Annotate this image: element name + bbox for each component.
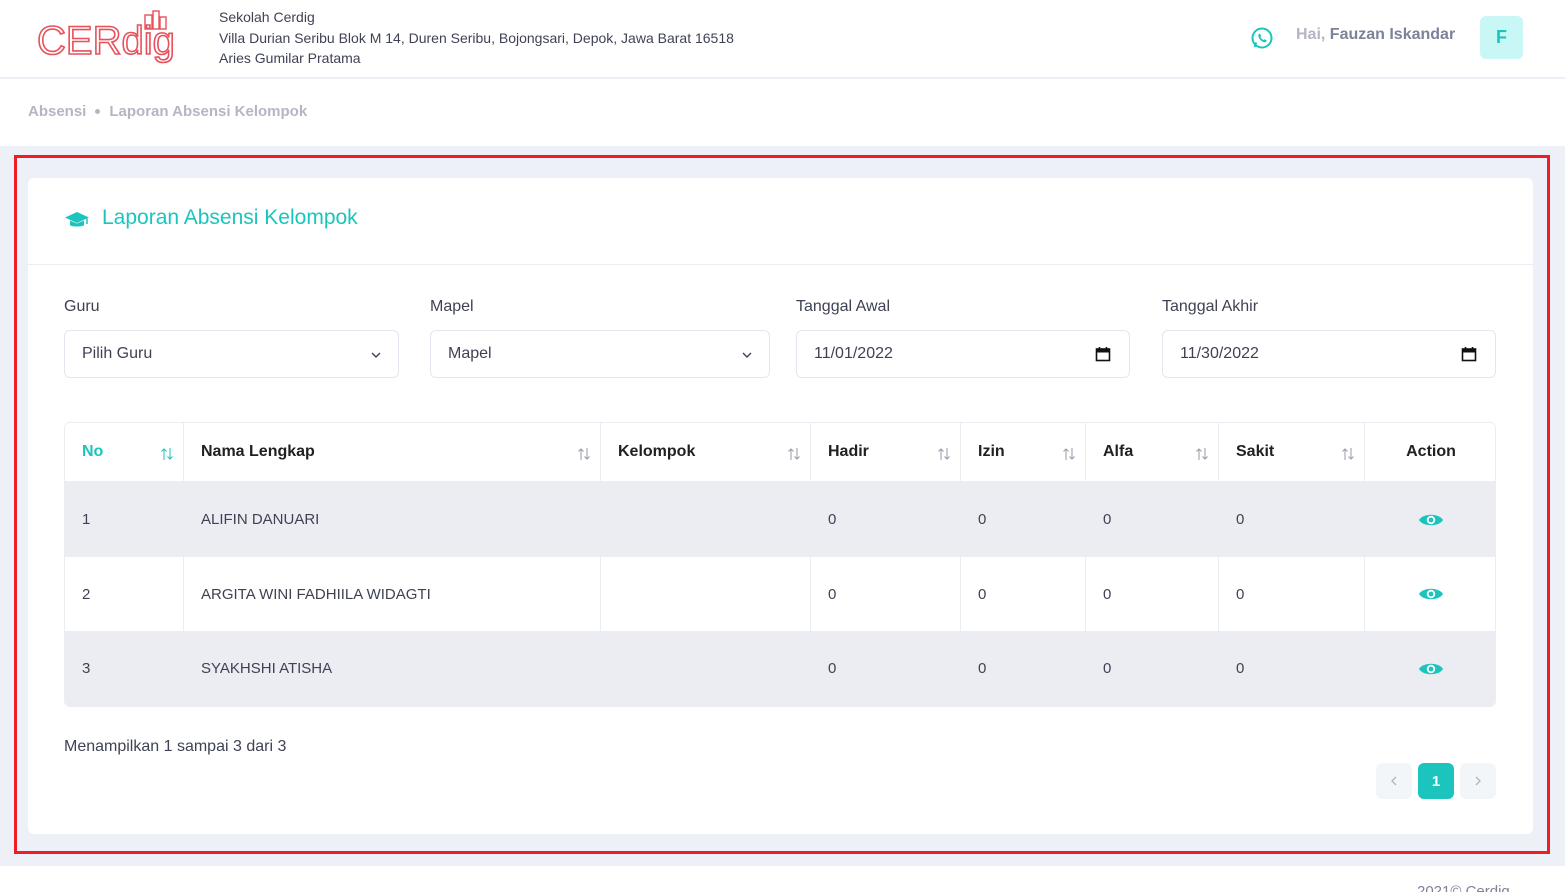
footer-copyright: 2021© Cerdig xyxy=(1417,883,1510,892)
subheader: Absensi Laporan Absensi Kelompok xyxy=(0,79,1565,146)
breadcrumb-item-absensi[interactable]: Absensi xyxy=(28,103,86,120)
school-info: Sekolah Cerdig Villa Durian Seribu Blok … xyxy=(219,7,734,69)
breadcrumb: Absensi Laporan Absensi Kelompok xyxy=(28,103,307,120)
whatsapp-icon[interactable] xyxy=(1250,26,1274,50)
breadcrumb-separator xyxy=(95,109,101,114)
avatar[interactable]: F xyxy=(1480,16,1523,59)
cerdig-logo[interactable]: CERdig xyxy=(35,9,203,69)
svg-text:CERdig: CERdig xyxy=(37,19,175,63)
footer: 2021© Cerdig xyxy=(0,866,1565,892)
highlight-frame xyxy=(14,155,1550,854)
user-name: Fauzan Iskandar xyxy=(1329,26,1456,43)
school-head: Aries Gumilar Pratama xyxy=(219,50,361,66)
school-address: Villa Durian Seribu Blok M 14, Duren Ser… xyxy=(219,29,734,46)
school-name: Sekolah Cerdig xyxy=(219,9,315,25)
top-header: CERdig Sekolah Cerdig Villa Durian Serib… xyxy=(0,0,1565,78)
breadcrumb-item-laporan[interactable]: Laporan Absensi Kelompok xyxy=(109,103,307,120)
greeting-text: Hai, xyxy=(1296,26,1326,43)
user-greeting[interactable]: Hai, Fauzan Iskandar xyxy=(1296,26,1455,44)
